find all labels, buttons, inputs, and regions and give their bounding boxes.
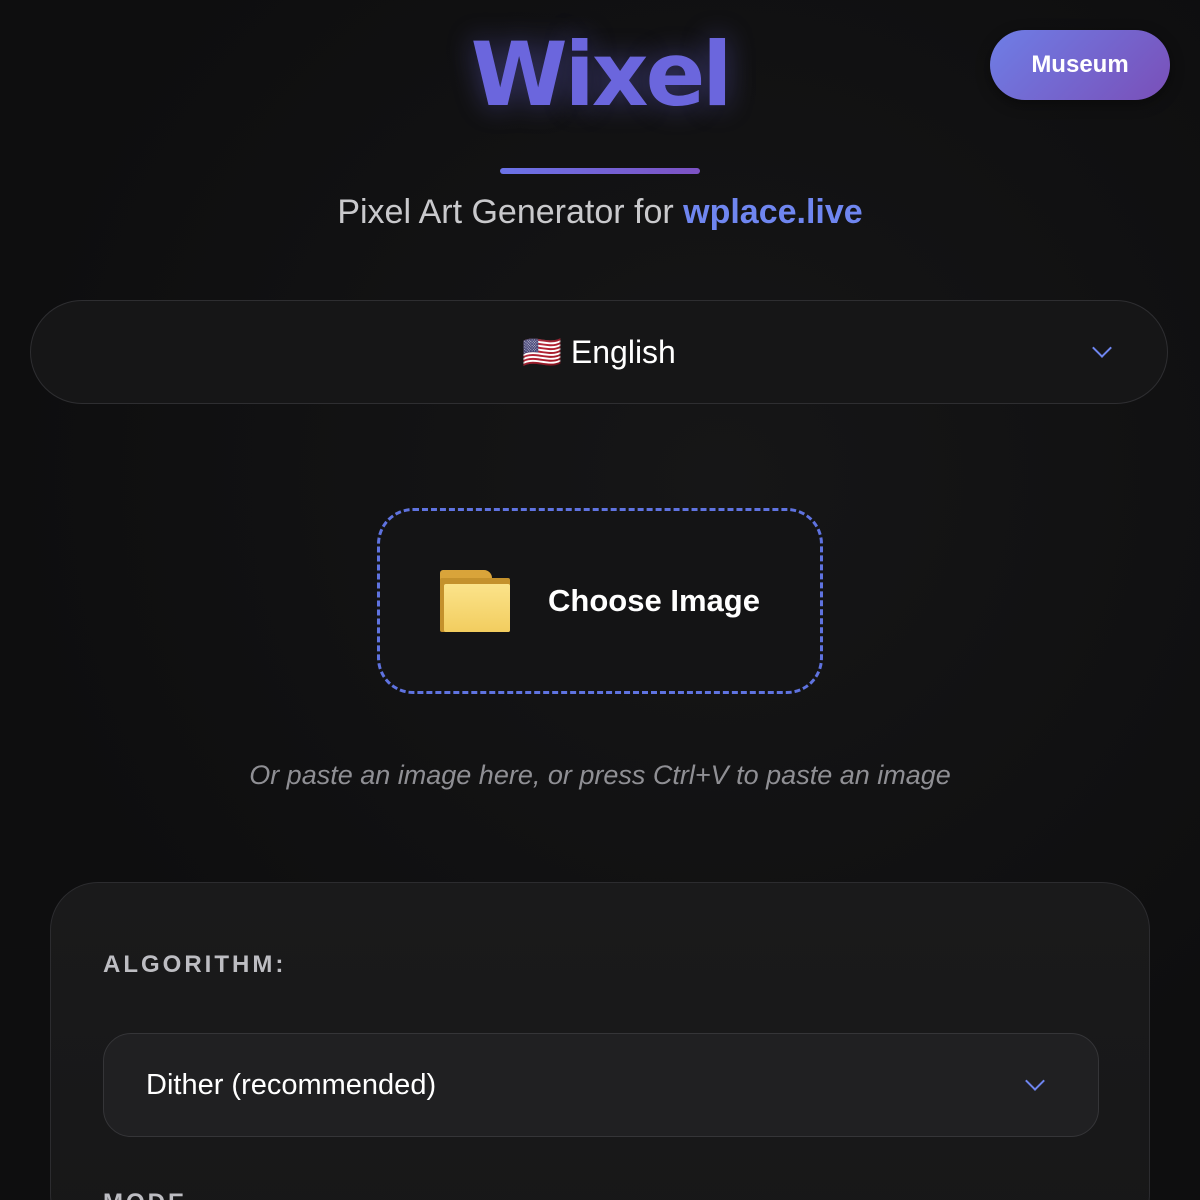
chevron-down-icon <box>1025 1071 1045 1091</box>
language-label: English <box>570 334 676 370</box>
page-subtitle: Pixel Art Generator for wplace.live <box>0 190 1200 234</box>
algorithm-selected-value: Dither (recommended) <box>146 1068 437 1101</box>
page: Wixel Museum Pixel Art Generator for wpl… <box>0 0 1200 1200</box>
algorithm-label: ALGORITHM: <box>103 951 287 978</box>
choose-image-button[interactable]: Choose Image <box>377 508 823 694</box>
chevron-down-icon <box>1092 338 1112 358</box>
language-selected-value: 🇺🇸 English <box>522 333 676 371</box>
mode-label: MODE <box>103 1189 187 1200</box>
settings-card: ALGORITHM: Dither (recommended) MODE <box>50 882 1150 1200</box>
choose-image-label: Choose Image <box>548 583 760 618</box>
subtitle-text: Pixel Art Generator for <box>337 193 684 231</box>
museum-button[interactable]: Museum <box>990 30 1170 100</box>
folder-icon <box>440 570 511 632</box>
wplace-link[interactable]: wplace.live <box>683 193 863 231</box>
logo-underline <box>500 168 700 174</box>
us-flag-icon: 🇺🇸 <box>522 334 562 370</box>
paste-hint: Or paste an image here, or press Ctrl+V … <box>249 760 951 790</box>
algorithm-select[interactable]: Dither (recommended) <box>103 1033 1099 1137</box>
language-select[interactable]: 🇺🇸 English <box>30 300 1168 404</box>
